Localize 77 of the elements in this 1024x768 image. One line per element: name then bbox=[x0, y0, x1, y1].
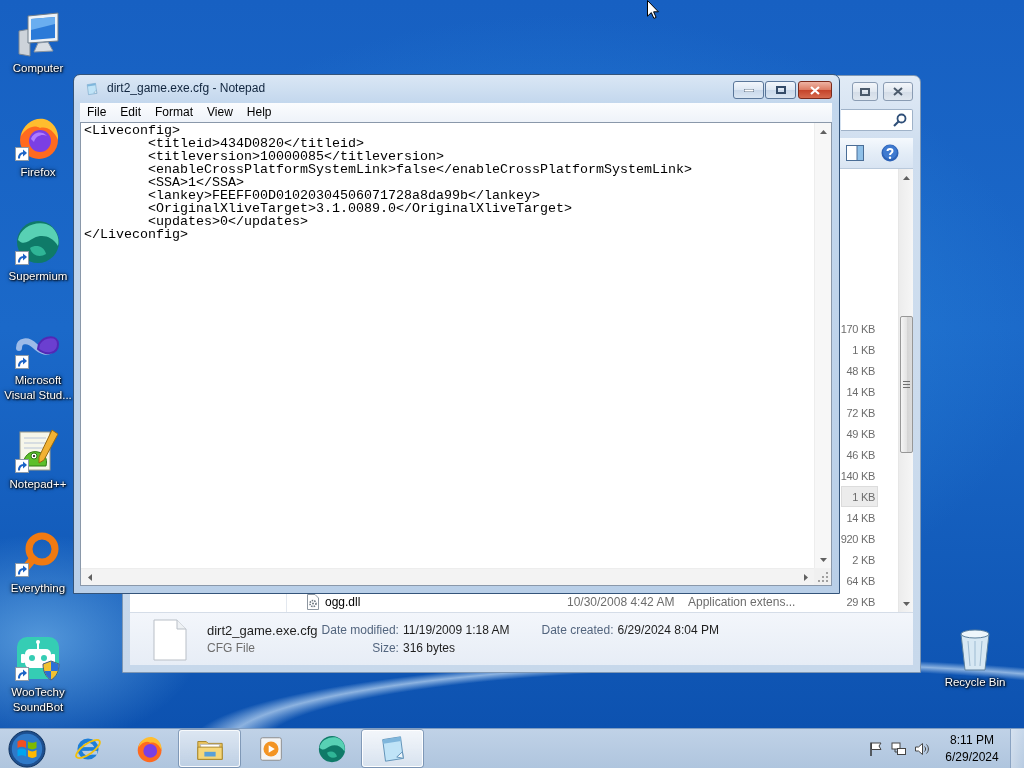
vertical-scrollbar[interactable] bbox=[814, 123, 831, 568]
network-icon[interactable] bbox=[891, 740, 907, 757]
scroll-left-icon bbox=[87, 573, 92, 581]
desktop-shortcut[interactable]: WooTechy SoundBot bbox=[3, 634, 73, 715]
details-file-type: CFG File bbox=[207, 641, 256, 655]
file-size: 140 KB bbox=[841, 468, 876, 484]
notepad-icon bbox=[85, 81, 99, 97]
window-title: dirt2_game.exe.cfg - Notepad bbox=[107, 81, 267, 95]
details-value: 6/29/2024 8:04 PM bbox=[617, 623, 719, 637]
start-orb-icon bbox=[8, 729, 46, 768]
horizontal-scrollbar[interactable] bbox=[81, 568, 814, 585]
close-button[interactable] bbox=[798, 81, 832, 99]
file-size: 920 KB bbox=[841, 531, 876, 547]
file-size: 14 KB bbox=[845, 384, 876, 400]
menu-item[interactable]: Edit bbox=[113, 103, 149, 122]
scroll-down-icon bbox=[819, 557, 827, 562]
volume-icon[interactable] bbox=[914, 740, 930, 757]
details-file-name: dirt2_game.exe.cfg bbox=[207, 622, 318, 638]
file-size: 64 KB bbox=[845, 573, 876, 589]
clock-time: 8:11 PM bbox=[950, 731, 994, 749]
file-size: 49 KB bbox=[845, 426, 876, 442]
file-size: 29 KB bbox=[845, 594, 876, 610]
scroll-down-icon bbox=[902, 601, 910, 606]
resize-grip-icon[interactable] bbox=[818, 572, 829, 583]
desktop-shortcut[interactable]: Microsoft Visual Stud... bbox=[3, 322, 73, 403]
file-size: 2 KB bbox=[851, 552, 876, 568]
file-size: 48 KB bbox=[845, 363, 876, 379]
desktop-shortcut[interactable]: Firefox bbox=[14, 114, 62, 180]
help-icon[interactable] bbox=[881, 144, 899, 162]
maximize-icon bbox=[860, 87, 870, 96]
file-size: 1 KB bbox=[841, 486, 878, 507]
scroll-up-icon bbox=[819, 129, 827, 134]
file-size: 46 KB bbox=[845, 447, 876, 463]
maximize-icon bbox=[775, 86, 786, 94]
scroll-right-icon bbox=[803, 573, 808, 581]
supermium-icon bbox=[316, 733, 347, 764]
menu-item[interactable]: File bbox=[80, 103, 114, 122]
minimize-button[interactable] bbox=[733, 81, 764, 99]
menu-item[interactable]: View bbox=[200, 103, 240, 122]
desktop-shortcut[interactable]: Notepad++ bbox=[9, 426, 67, 492]
flag-icon[interactable] bbox=[868, 740, 884, 757]
file-type: Application extens... bbox=[688, 593, 797, 611]
supermium-icon bbox=[14, 218, 62, 266]
close-icon bbox=[893, 87, 903, 96]
file-name: ogg.dll bbox=[325, 594, 361, 609]
minimize-icon bbox=[743, 88, 754, 92]
file-size: 170 KB bbox=[841, 321, 876, 337]
details-label: Date created: bbox=[541, 623, 614, 637]
details-value: 11/19/2009 1:18 AM bbox=[402, 623, 510, 637]
taskbar-button[interactable] bbox=[179, 730, 240, 767]
details-label: Date modified: bbox=[321, 623, 399, 637]
maximize-button[interactable] bbox=[765, 81, 796, 99]
scroll-up-icon bbox=[902, 175, 910, 180]
search-icon bbox=[893, 113, 907, 127]
clock-date: 6/29/2024 bbox=[945, 748, 999, 766]
preview-pane-icon[interactable] bbox=[846, 145, 864, 161]
details-label: Size: bbox=[371, 641, 399, 655]
file-icon bbox=[153, 619, 187, 661]
close-icon bbox=[810, 85, 820, 95]
file-date: 10/30/2008 4:42 AM bbox=[567, 593, 676, 611]
menu-item[interactable]: Help bbox=[239, 103, 279, 122]
details-value: 316 bytes bbox=[402, 641, 456, 655]
menu-item[interactable]: Format bbox=[148, 103, 201, 122]
file-size: 14 KB bbox=[845, 510, 876, 526]
maximize-button[interactable] bbox=[852, 82, 878, 101]
scrollbar-thumb[interactable] bbox=[899, 316, 913, 453]
desktop-shortcut[interactable]: Everything bbox=[10, 530, 66, 596]
taskbar-button[interactable] bbox=[362, 730, 423, 767]
cursor-icon bbox=[647, 0, 659, 19]
file-size: 72 KB bbox=[845, 405, 876, 421]
search-field[interactable] bbox=[841, 109, 913, 131]
desktop-shortcut[interactable]: Supermium bbox=[8, 218, 68, 284]
vertical-scrollbar[interactable] bbox=[898, 169, 913, 612]
desktop-shortcut[interactable]: Recycle Bin bbox=[944, 624, 1006, 690]
file-size: 1 KB bbox=[851, 342, 876, 358]
close-button[interactable] bbox=[883, 82, 913, 101]
desktop-shortcut[interactable]: Computer bbox=[12, 10, 64, 76]
